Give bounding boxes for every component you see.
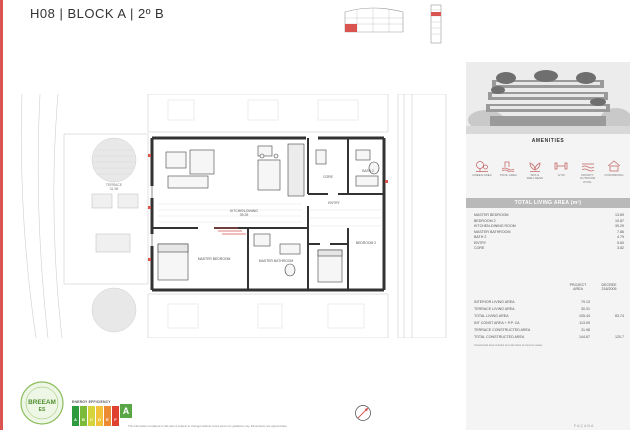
plan-label-master-bath: MASTER BATHROOM	[259, 259, 294, 263]
energy-efficiency-title: ENERGY EFFICIENCY	[72, 400, 111, 404]
energy-bar: B	[80, 406, 87, 426]
energy-bar: D	[96, 406, 103, 426]
energy-bar: F	[112, 406, 119, 426]
total-living-area-header: TOTAL LIVING AREA (m²)	[466, 198, 630, 208]
plan-label-entry: ENTRY	[328, 201, 340, 205]
breeam-certification-badge: BREEAM ES	[20, 381, 64, 425]
table-row: TOTAL LIVING AREA 105.44 83.74	[474, 314, 624, 318]
tree-icon	[476, 161, 488, 172]
room-areas-list: MASTER BEDROOM 13.89 BEDROOM 2 10.87 KITCH…	[474, 213, 624, 252]
table-row: TERRACE CONSTRUCTED AREA 31.98	[474, 328, 590, 332]
amenity-coworking: COWORKING	[604, 160, 624, 184]
plan-label-core: CORE	[323, 175, 334, 179]
constructed-area-header: PROJECT AREA DECREE 218/2005	[474, 283, 624, 293]
energy-bar: E	[104, 406, 111, 426]
table-row: TOTAL CONSTRUCTED AREA 144.67 120.7	[474, 335, 624, 339]
energy-bar: A	[72, 406, 79, 426]
column-project-area: PROJECT AREA	[569, 283, 587, 292]
table-row: INTERIOR LIVING AREA 79.13	[474, 300, 590, 304]
north-compass-icon	[355, 405, 371, 421]
energy-grade-badge: A	[120, 404, 132, 418]
table-row: INT CONST AREA + P.P. CA 113.09	[474, 321, 590, 325]
coworking-icon	[607, 160, 621, 172]
amenity-infinity-pool: INFINITY OUTDOOR POOL	[578, 160, 598, 184]
unit-title: H08 | BLOCK A | 2º B	[30, 6, 165, 21]
gym-icon	[554, 162, 568, 170]
developer-logo: FAÇANA	[574, 424, 595, 428]
plan-label-bedroom2: BEDROOM 2	[356, 241, 376, 245]
constructed-area-table: INTERIOR LIVING AREA 79.13 TERRACE LIVING…	[474, 299, 624, 341]
left-accent-rule	[0, 0, 3, 430]
amenity-spa: SPA & WELLNESS	[525, 160, 545, 184]
plan-label-bath2: BATH 2	[362, 169, 374, 173]
building-render-image	[466, 62, 630, 134]
energy-bar: C	[88, 406, 95, 426]
breeam-region: ES	[39, 407, 46, 413]
breeam-text: BREEAM	[28, 399, 56, 406]
info-side-panel: AMENITIES GREEN AREA POOL AREA SPA & WEL…	[466, 62, 630, 430]
amenity-green-area: GREEN AREA	[472, 160, 492, 184]
room-row: CORE 3.82	[474, 246, 624, 250]
amenities-title: AMENITIES	[531, 138, 565, 144]
plan-label-master-bedroom: MASTER BEDROOM	[198, 257, 231, 261]
energy-scale: A B C D E F	[72, 406, 119, 426]
spa-icon	[529, 162, 541, 172]
plan-label-terrace-area: 31.98	[110, 187, 119, 191]
column-decree: DECREE 218/2005	[601, 283, 617, 292]
area-footnote: Constructed area includes pro-rata share…	[474, 344, 543, 347]
amenity-pool-area: POOL AREA	[498, 160, 518, 184]
amenity-gym: GYM	[551, 160, 571, 184]
plan-label-kitchen-area: 39.29	[240, 213, 249, 217]
key-plan-thumbnail	[344, 7, 404, 33]
table-row: TERRACE LIVING AREA 30.31	[474, 307, 590, 311]
building-section-thumbnail	[430, 4, 442, 44]
pool-icon	[502, 161, 515, 172]
amenities-row: GREEN AREA POOL AREA SPA & WELLNESS GYM …	[472, 160, 624, 184]
infinity-pool-icon	[581, 163, 594, 172]
floor-plan: TERRACE 31.98 KITCHEN-DINING 39.29 CORE …	[20, 94, 447, 338]
legal-disclaimer: The information contained in this plan i…	[128, 424, 288, 428]
